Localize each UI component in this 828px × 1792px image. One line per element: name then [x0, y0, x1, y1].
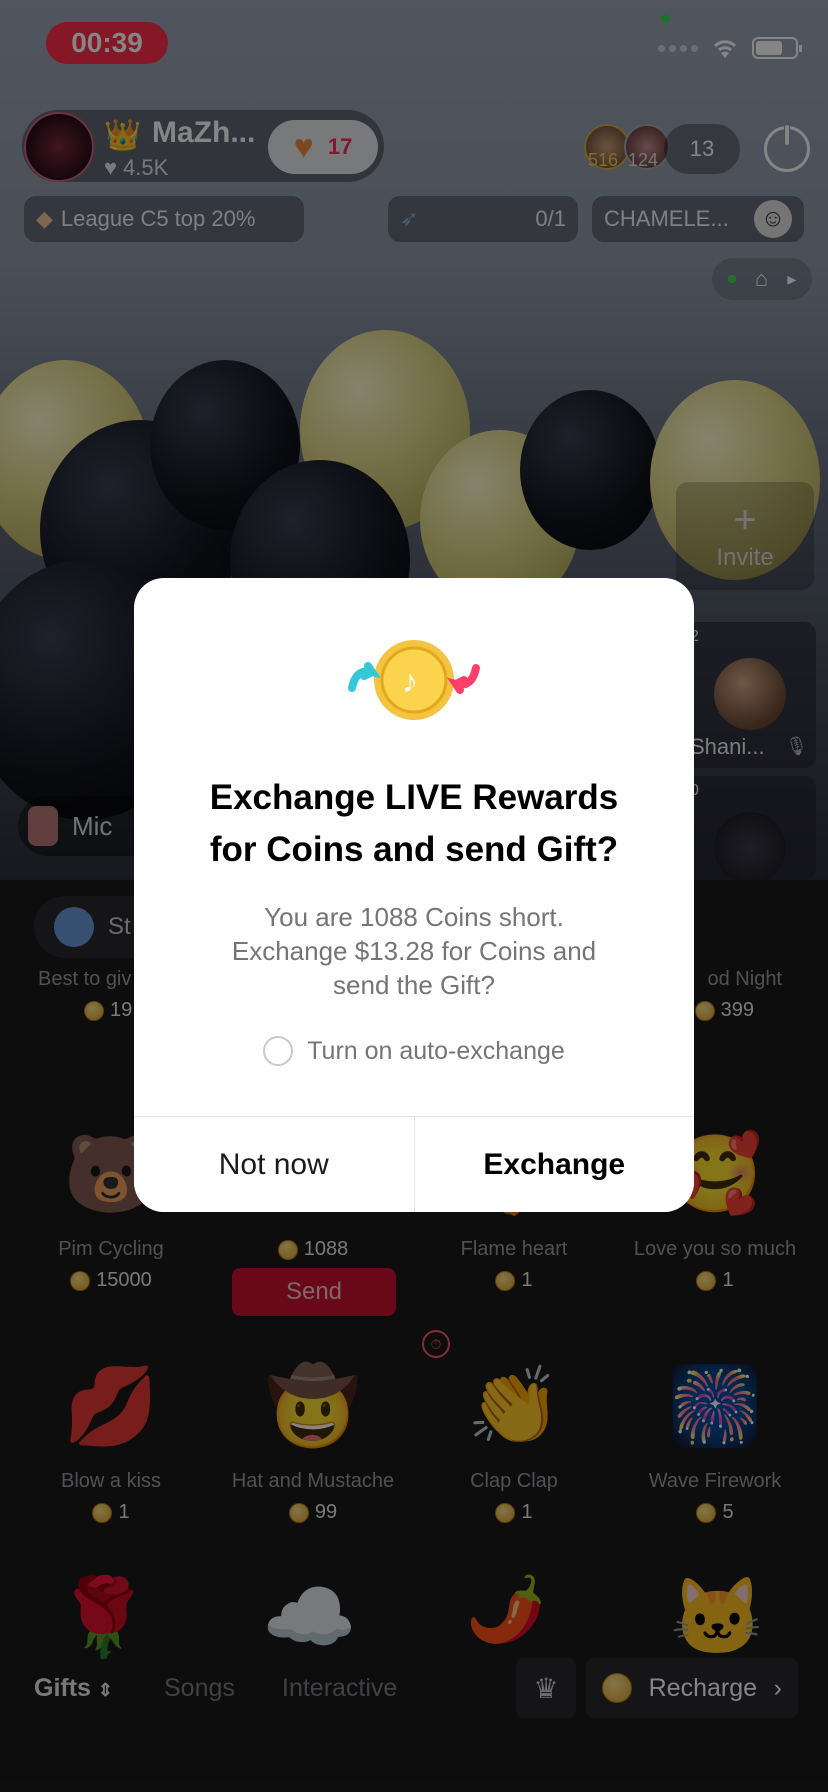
- dialog-title: Exchange LIVE Rewards for Coins and send…: [209, 778, 619, 869]
- radio-button[interactable]: [263, 1036, 294, 1066]
- not-now-button[interactable]: Not now: [134, 1117, 415, 1212]
- coin-exchange-icon: ♪: [348, 640, 480, 720]
- dialog-actions: Not now Exchange: [134, 1116, 694, 1212]
- svg-text:♪: ♪: [402, 663, 418, 699]
- exchange-button[interactable]: Exchange: [414, 1117, 694, 1212]
- auto-exchange-option[interactable]: Turn on auto-exchange: [134, 1036, 694, 1066]
- dialog-message: You are 1088 Coins short. Exchange $13.2…: [231, 902, 597, 1000]
- exchange-dialog: ♪ Exchange LIVE Rewards for Coins and se…: [134, 578, 694, 1212]
